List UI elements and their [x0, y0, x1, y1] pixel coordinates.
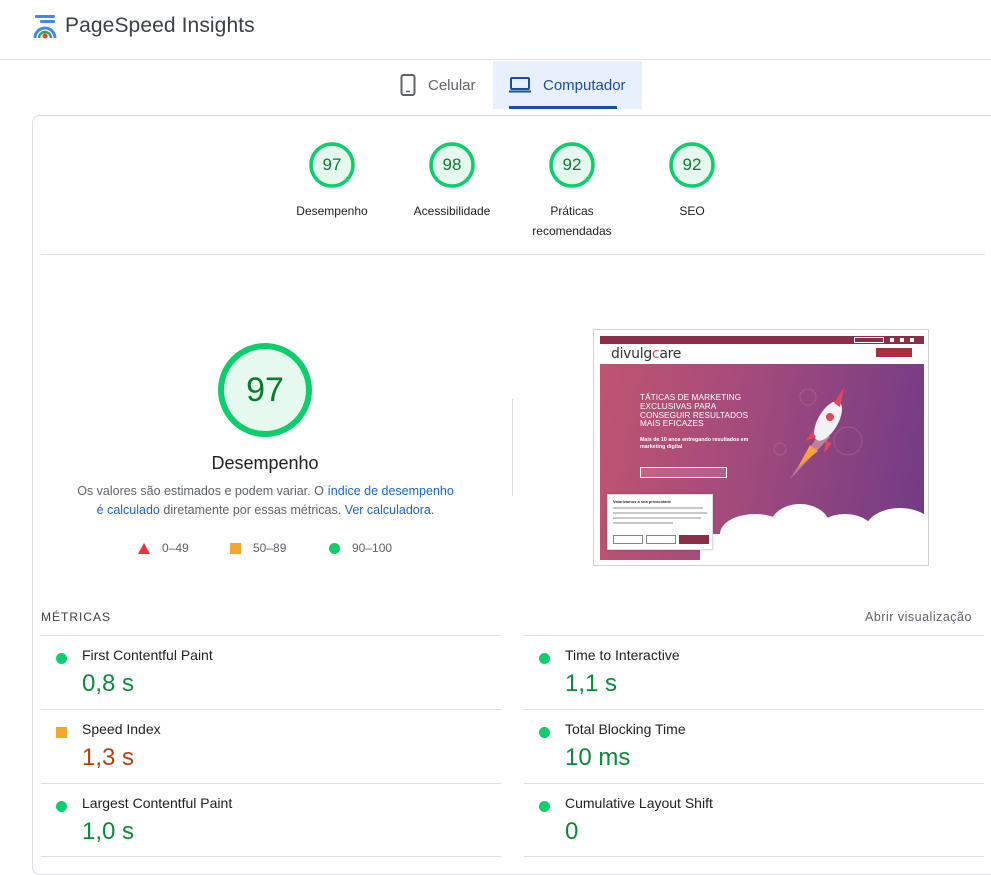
preview-cookie-text-line: [613, 517, 701, 519]
performance-title: Desempenho: [211, 453, 319, 473]
score-ring: 92: [548, 141, 596, 189]
preview-cookie-accept-button: [679, 535, 709, 544]
preview-topbar: [600, 336, 924, 344]
preview-topbar-box: [854, 337, 884, 343]
legend-range: 0–49: [162, 541, 189, 555]
category-gauge-best-practices[interactable]: 92 Práticas recomendadas: [524, 141, 620, 241]
performance-score: 97: [246, 371, 284, 409]
good-indicator-icon: [539, 801, 550, 812]
category-score: 97: [322, 155, 342, 174]
metric-name: First Contentful Paint: [82, 647, 213, 663]
desc-text: .: [430, 503, 435, 517]
tab-desktop-label: Computador: [543, 76, 626, 94]
pagespeed-logo-icon[interactable]: [32, 14, 58, 40]
legend-poor: 0–49: [138, 541, 189, 555]
good-indicator-icon: [56, 801, 67, 812]
metric-cls: Cumulative Layout Shift 0: [524, 783, 984, 857]
preview-hero-subtitle: Mais de 10 anos entregando resultados em…: [640, 437, 749, 450]
rocket-icon: [773, 387, 863, 479]
metric-value: 1,3 s: [82, 744, 135, 771]
tab-desktop[interactable]: Computador: [493, 61, 642, 109]
category-gauge-performance[interactable]: 97 Desempenho: [284, 141, 380, 221]
metric-name: Cumulative Layout Shift: [565, 795, 713, 811]
metric-name: Speed Index: [82, 721, 161, 737]
preview-hero-title: TÁTICAS DE MARKETING EXCLUSIVAS PARA CON…: [640, 393, 749, 429]
metric-name: Largest Contentful Paint: [82, 795, 233, 811]
preview-cookie-text-line: [613, 507, 703, 509]
report-card: 97 Desempenho 98 Acessibilidade 92 Práti…: [32, 115, 991, 875]
legend-range: 50–89: [253, 541, 287, 555]
category-label: SEO: [679, 204, 705, 218]
category-score: 92: [682, 155, 702, 174]
good-indicator-icon: [56, 653, 67, 664]
score-ring: 92: [668, 141, 716, 189]
preview-cookie-title: Valorizamos a sua privacidade: [613, 499, 672, 504]
metric-value: 10 ms: [565, 744, 631, 771]
page-screenshot[interactable]: divulgcare TÁTICAS DE MARKETING EXCLUSIV…: [593, 329, 929, 566]
legend-range: 90–100: [352, 541, 393, 555]
score-ring: 97: [308, 141, 356, 189]
triangle-icon: [138, 542, 150, 554]
tab-mobile[interactable]: Celular: [392, 61, 492, 109]
app-header: PageSpeed Insights: [0, 0, 991, 60]
metric-fcp: First Contentful Paint 0,8 s: [41, 635, 501, 709]
good-indicator-icon: [539, 653, 550, 664]
section-divider: [41, 254, 985, 255]
desc-text: Os valores são estimados e podem variar.…: [77, 484, 328, 498]
preview-hero-button: [640, 467, 727, 478]
legend-average: 50–89: [230, 541, 286, 555]
preview-social-icon: [900, 338, 904, 342]
preview-cookie-banner: Valorizamos a sua privacidade: [607, 494, 713, 550]
active-tab-indicator: [509, 106, 617, 109]
preview-cloud-base: [700, 534, 928, 565]
metric-value: 1,0 s: [82, 818, 135, 845]
square-icon: [230, 542, 241, 554]
score-ring: 98: [428, 141, 476, 189]
metric-value: 1,1 s: [565, 670, 618, 697]
metric-tti: Time to Interactive 1,1 s: [524, 635, 984, 709]
circle-icon: [329, 542, 340, 554]
preview-cookie-button: [646, 535, 676, 544]
average-indicator-icon: [56, 727, 67, 738]
preview-social-icon: [910, 338, 914, 342]
preview-cookie-text-line: [613, 512, 707, 514]
category-score: 98: [442, 155, 462, 174]
app-title[interactable]: PageSpeed Insights: [65, 14, 255, 38]
metric-name: Total Blocking Time: [565, 721, 686, 737]
metrics-title: MÉTRICAS: [41, 610, 112, 624]
metrics-view-toggle[interactable]: Abrir visualização: [865, 610, 972, 624]
calculator-link[interactable]: Ver calculadora: [345, 503, 431, 517]
category-gauge-seo[interactable]: 92 SEO: [644, 141, 740, 221]
metric-tbt: Total Blocking Time 10 ms: [524, 709, 984, 783]
metric-value: 0,8 s: [82, 670, 135, 697]
laptop-icon: [509, 77, 531, 93]
category-label: Práticas recomendadas: [532, 204, 612, 238]
category-gauge-accessibility[interactable]: 98 Acessibilidade: [404, 141, 500, 221]
metric-name: Time to Interactive: [565, 647, 680, 663]
preview-cookie-button: [613, 535, 643, 544]
metric-value: 0: [565, 818, 579, 845]
performance-description: Os valores são estimados e podem variar.…: [73, 482, 458, 520]
desc-text: diretamente por essas métricas.: [159, 503, 345, 517]
good-indicator-icon: [539, 727, 550, 738]
preview-cookie-text-line: [613, 522, 673, 524]
performance-gauge: 97: [216, 341, 314, 439]
metric-speed-index: Speed Index 1,3 s: [41, 709, 501, 783]
preview-brand-logo: divulgcare: [611, 346, 682, 362]
smartphone-icon: [400, 74, 416, 96]
category-score: 92: [562, 155, 582, 174]
legend-good: 90–100: [329, 541, 392, 555]
category-label: Acessibilidade: [413, 204, 491, 218]
vertical-divider: [512, 399, 513, 496]
tab-mobile-label: Celular: [428, 76, 476, 94]
preview-social-icon: [890, 338, 894, 342]
preview-nav-button: [876, 348, 912, 357]
metric-lcp: Largest Contentful Paint 1,0 s: [41, 783, 501, 857]
preview-nav: divulgcare: [600, 344, 924, 364]
category-label: Desempenho: [296, 204, 368, 218]
